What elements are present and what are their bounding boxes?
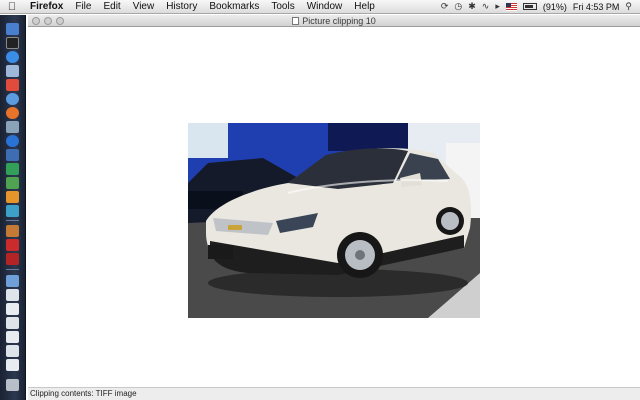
volume-icon[interactable]: ▸: [495, 1, 500, 12]
terminal-icon[interactable]: [6, 163, 19, 175]
folder-icon[interactable]: [6, 275, 19, 287]
menu-help[interactable]: Help: [348, 0, 381, 14]
chat-icon[interactable]: [6, 177, 19, 189]
app-icon-1[interactable]: [6, 225, 19, 237]
network-icon[interactable]: [6, 149, 19, 161]
menu-edit[interactable]: Edit: [97, 0, 126, 14]
status-menus: ⟳ ◷ ✱ ∿ ▸ (91%) Fri 4:53 PM ⚲: [441, 1, 640, 12]
vlc-icon[interactable]: [6, 191, 19, 203]
menu-firefox[interactable]: Firefox: [24, 0, 69, 14]
menu-file[interactable]: File: [69, 0, 97, 14]
app-store-icon[interactable]: [6, 135, 19, 147]
menu-window[interactable]: Window: [301, 0, 349, 14]
app-menu: Firefox File Edit View History Bookmarks…: [24, 0, 381, 14]
menu-tools[interactable]: Tools: [265, 0, 300, 14]
window-title-text: Picture clipping 10: [302, 15, 376, 26]
globe-icon[interactable]: [6, 205, 19, 217]
document-icon[interactable]: [6, 317, 19, 329]
spotlight-icon[interactable]: ⚲: [625, 1, 632, 12]
input-source-flag-icon[interactable]: [505, 2, 517, 11]
mail-icon[interactable]: [6, 65, 19, 77]
menubar-clock[interactable]: Fri 4:53 PM: [573, 2, 620, 12]
window-titlebar[interactable]: Picture clipping 10: [28, 15, 640, 27]
dock-divider: [6, 220, 19, 221]
acrobat-icon[interactable]: [6, 253, 19, 265]
sync-icon[interactable]: ⟳: [441, 1, 449, 12]
clipping-contents-label: Clipping contents: TIFF image: [30, 389, 137, 398]
battery-percent[interactable]: (91%): [543, 2, 567, 12]
clipping-content: [28, 28, 640, 387]
dashboard-icon[interactable]: [6, 37, 19, 49]
battery-icon[interactable]: [522, 3, 537, 10]
calendar-icon[interactable]: [6, 79, 19, 91]
apple-icon[interactable]: : [0, 1, 24, 13]
preview-window: Picture clipping 10 Clipping contents: T…: [28, 15, 640, 400]
time-machine-icon[interactable]: ◷: [454, 1, 462, 12]
menu-bar:  Firefox File Edit View History Bookmar…: [0, 0, 640, 14]
preview-icon[interactable]: [6, 121, 19, 133]
document-proxy-icon[interactable]: [292, 16, 300, 25]
pdf-icon[interactable]: [6, 239, 19, 251]
firefox-icon[interactable]: [6, 107, 19, 119]
document-icon[interactable]: [6, 345, 19, 357]
window-status-bar: Clipping contents: TIFF image: [28, 387, 640, 400]
dock-divider-2: [6, 269, 19, 270]
car-photo: [188, 123, 480, 318]
dock: [0, 15, 26, 400]
wifi-icon[interactable]: ∿: [482, 1, 490, 12]
window-title: Picture clipping 10: [28, 15, 640, 27]
trash-icon[interactable]: [6, 379, 19, 391]
menu-bookmarks[interactable]: Bookmarks: [203, 0, 265, 14]
safari-icon[interactable]: [6, 51, 19, 63]
finder-icon[interactable]: [6, 23, 19, 35]
bluetooth-icon[interactable]: ✱: [468, 1, 476, 12]
menu-history[interactable]: History: [160, 0, 203, 14]
document-icon[interactable]: [6, 303, 19, 315]
document-icon[interactable]: [6, 331, 19, 343]
document-icon[interactable]: [6, 289, 19, 301]
itunes-icon[interactable]: [6, 93, 19, 105]
document-icon[interactable]: [6, 359, 19, 371]
menu-view[interactable]: View: [127, 0, 161, 14]
